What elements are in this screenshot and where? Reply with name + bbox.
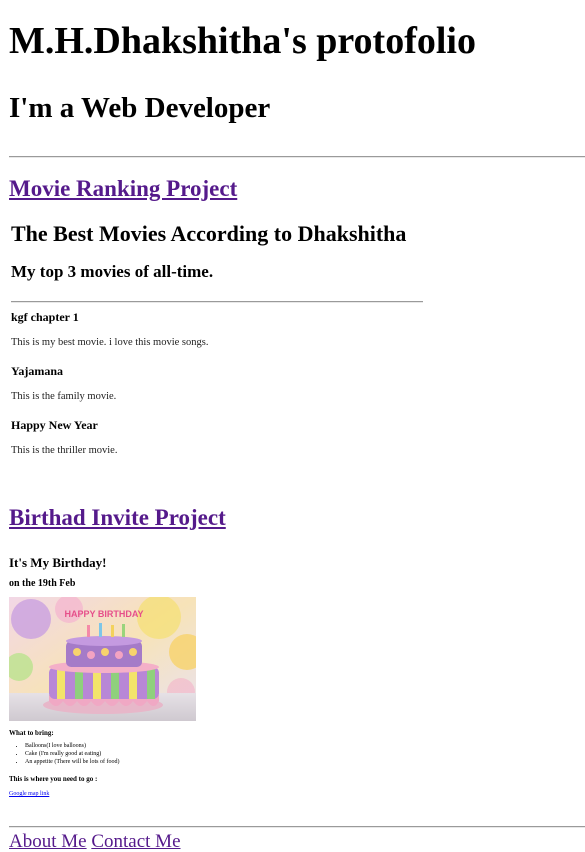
list-item: An appetite (There will be lots of food)	[25, 758, 119, 766]
movie-description-3: This is the thriller movie.	[11, 445, 118, 456]
movie-section-subtitle: My top 3 movies of all-time.	[11, 262, 214, 281]
divider-top	[9, 156, 585, 158]
birthday-heading: It's My Birthday!	[9, 555, 107, 570]
divider-movies	[11, 301, 423, 303]
movie-name-1: kgf chapter 1	[11, 310, 79, 324]
about-me-link[interactable]: About Me	[9, 831, 87, 852]
page-title: M.H.Dhakshitha's protofolio	[9, 20, 476, 62]
google-map-link[interactable]: Google map link	[9, 791, 49, 797]
footer-nav: About Me Contact Me	[9, 831, 181, 852]
list-item: Cake (I'm really good at eating)	[25, 750, 119, 758]
cake-topper-text: HAPPY BIRTHDAY	[64, 609, 143, 619]
birthday-cake-image: HAPPY BIRTHDAY	[9, 597, 196, 721]
birthday-date: on the 19th Feb	[9, 578, 76, 589]
movie-section-title: The Best Movies According to Dhakshitha	[11, 221, 407, 246]
what-to-bring-list: Balloons(I love balloons) Cake (I'm real…	[9, 742, 119, 766]
birthday-invite-project-link[interactable]: Birthad Invite Project	[9, 504, 226, 532]
list-item: Balloons(I love balloons)	[25, 742, 119, 750]
movie-ranking-project-link[interactable]: Movie Ranking Project	[9, 175, 237, 203]
movie-name-2: Yajamana	[11, 364, 64, 378]
page-subtitle: I'm a Web Developer	[9, 92, 271, 124]
divider-bottom	[9, 826, 585, 828]
what-to-bring-title: What to bring:	[9, 729, 54, 737]
movie-description-1: This is my best movie. i love this movie…	[11, 337, 209, 348]
movie-name-3: Happy New Year	[11, 418, 98, 432]
contact-me-link[interactable]: Contact Me	[91, 831, 180, 852]
location-label: This is where you need to go :	[9, 775, 98, 783]
movie-description-2: This is the family movie.	[11, 391, 117, 402]
